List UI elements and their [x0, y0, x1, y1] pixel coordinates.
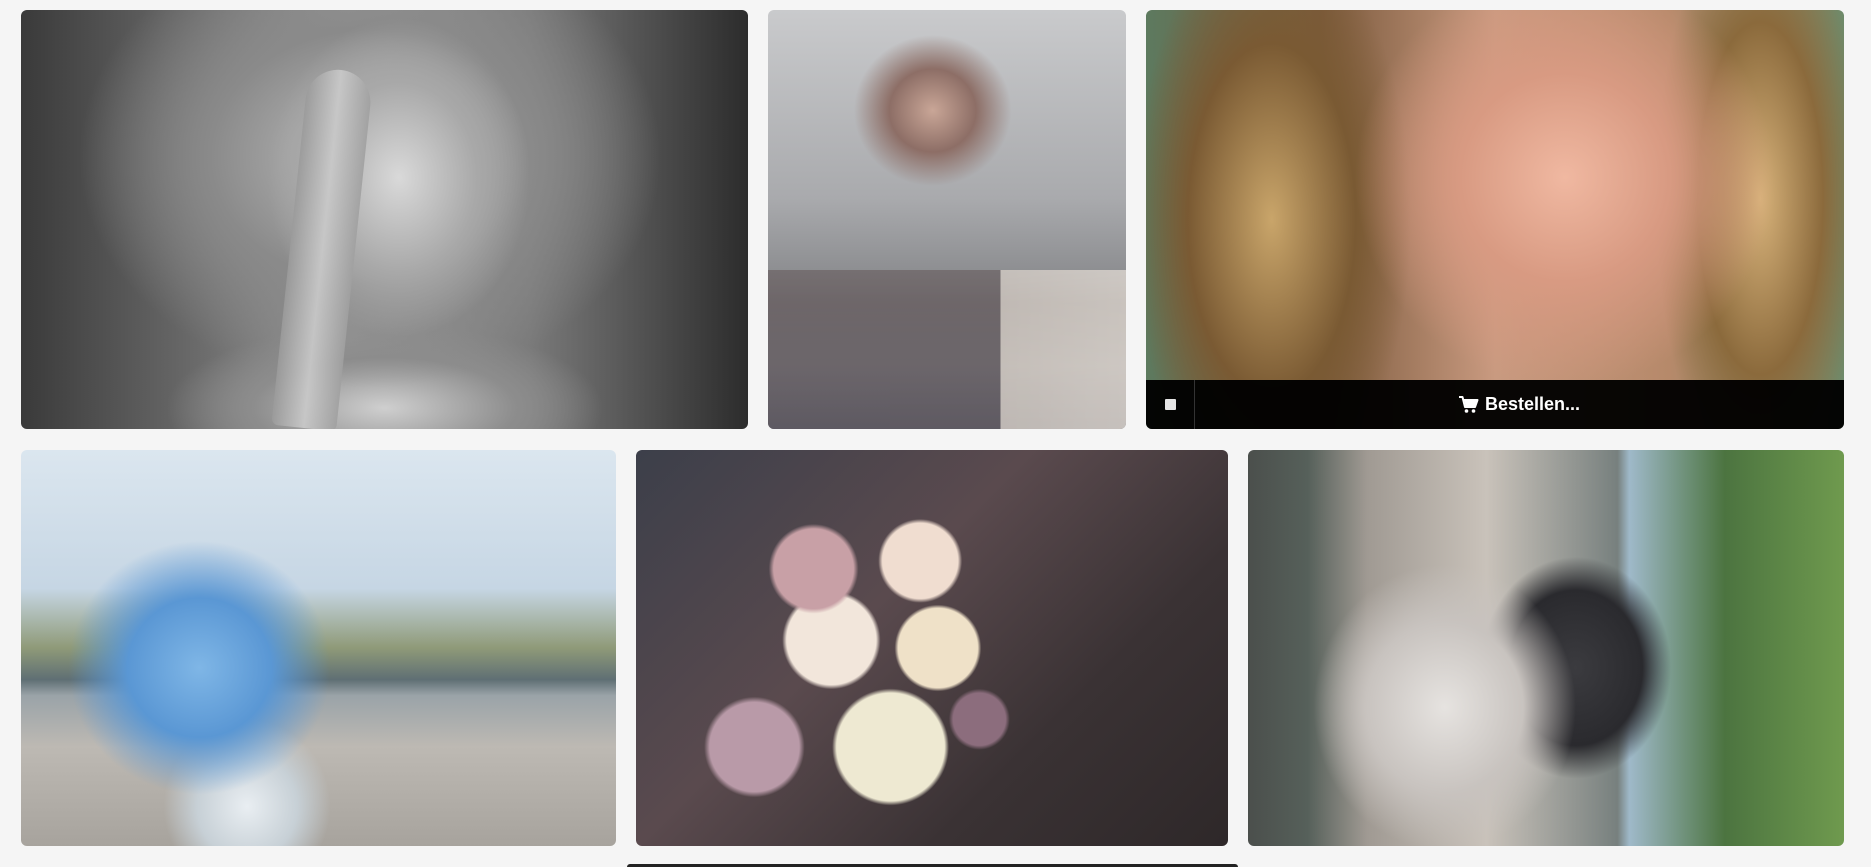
select-photo-checkbox[interactable] — [1146, 380, 1195, 429]
photo-image — [1146, 10, 1844, 429]
gallery-photo-woman-face-closeup[interactable]: Bestellen... — [1146, 10, 1844, 429]
order-button-label: Bestellen... — [1484, 394, 1581, 414]
square-icon — [1164, 399, 1176, 410]
order-button[interactable]: Bestellen... — [1195, 380, 1844, 429]
photo-order-bar: Bestellen... — [1146, 380, 1844, 429]
photo-detail — [768, 269, 1126, 429]
gallery-photo-bride-and-groom[interactable] — [1248, 450, 1844, 846]
gallery-photo-woman-finger-on-lips[interactable] — [21, 10, 748, 429]
photo-image — [21, 450, 616, 846]
photo-image — [1248, 450, 1844, 846]
cart-icon — [1458, 395, 1479, 413]
gallery-photo-woman-rainy-window[interactable] — [768, 10, 1126, 429]
photo-image — [21, 10, 748, 429]
photo-image — [636, 450, 1228, 846]
gallery-photo-flower-bouquet[interactable] — [636, 450, 1228, 846]
gallery-photo-woman-blue-shawl[interactable] — [21, 450, 616, 846]
photo-gallery: Bestellen... — [0, 0, 1871, 867]
